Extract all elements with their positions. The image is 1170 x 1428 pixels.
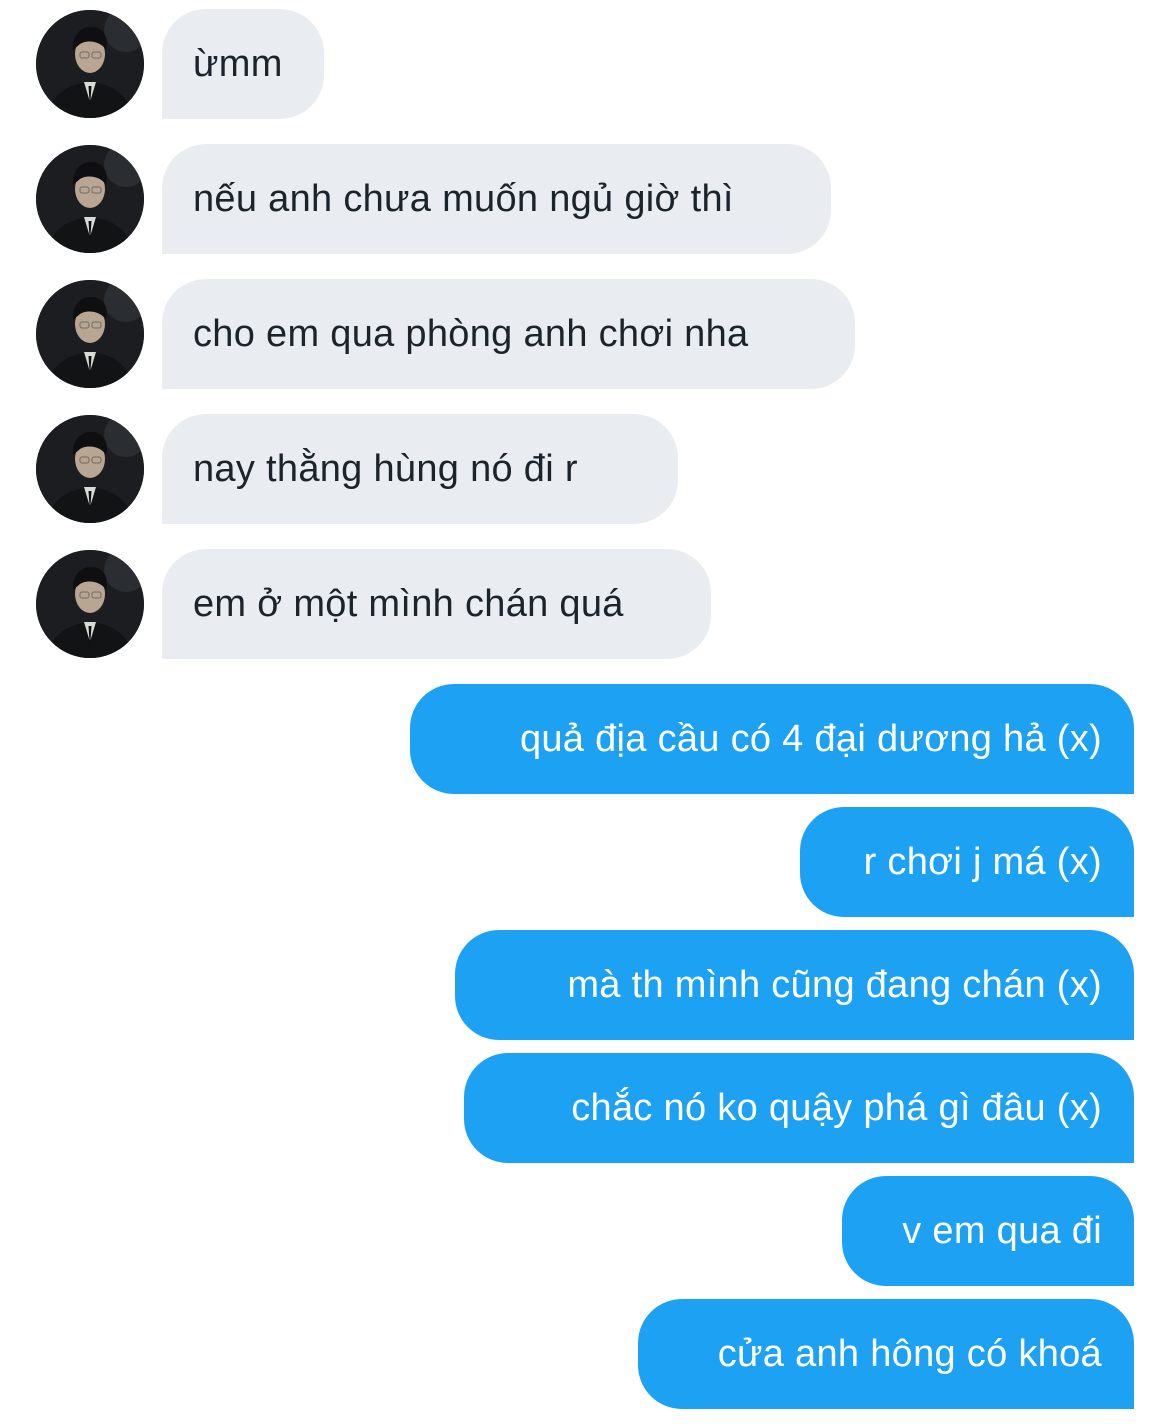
outgoing-message[interactable]: v em qua đi	[842, 1176, 1134, 1286]
outgoing-message[interactable]: mà th mình cũng đang chán (x)	[455, 930, 1134, 1040]
outgoing-message[interactable]: cửa anh hông có khoá	[638, 1299, 1134, 1409]
incoming-message[interactable]: ừmm	[162, 9, 324, 119]
incoming-message[interactable]: em ở một mình chán quá	[162, 549, 711, 659]
avatar[interactable]	[36, 280, 144, 388]
avatar[interactable]	[36, 415, 144, 523]
profile-photo-icon	[36, 415, 144, 523]
message-text: cho em qua phòng anh chơi nha	[193, 312, 749, 355]
message-text: nếu anh chưa muốn ngủ giờ thì	[193, 177, 734, 220]
message-text: r chơi j má (x)	[863, 840, 1102, 883]
profile-photo-icon	[36, 10, 144, 118]
incoming-message[interactable]: nay thằng hùng nó đi r	[162, 414, 678, 524]
avatar[interactable]	[36, 550, 144, 658]
profile-photo-icon	[36, 145, 144, 253]
message-text: quả địa cầu có 4 đại dương hả (x)	[519, 717, 1102, 760]
message-text: em ở một mình chán quá	[193, 582, 624, 625]
message-text: chắc nó ko quậy phá gì đâu (x)	[571, 1086, 1102, 1129]
outgoing-message[interactable]: quả địa cầu có 4 đại dương hả (x)	[410, 684, 1134, 794]
avatar[interactable]	[36, 10, 144, 118]
incoming-message[interactable]: cho em qua phòng anh chơi nha	[162, 279, 855, 389]
message-text: ừmm	[193, 42, 283, 85]
profile-photo-icon	[36, 550, 144, 658]
message-text: cửa anh hông có khoá	[717, 1332, 1102, 1375]
outgoing-message[interactable]: r chơi j má (x)	[800, 807, 1134, 917]
message-text: v em qua đi	[902, 1209, 1102, 1252]
message-text: nay thằng hùng nó đi r	[193, 447, 578, 490]
message-text: mà th mình cũng đang chán (x)	[567, 963, 1102, 1006]
outgoing-message[interactable]: chắc nó ko quậy phá gì đâu (x)	[464, 1053, 1134, 1163]
avatar[interactable]	[36, 145, 144, 253]
profile-photo-icon	[36, 280, 144, 388]
incoming-message[interactable]: nếu anh chưa muốn ngủ giờ thì	[162, 144, 831, 254]
